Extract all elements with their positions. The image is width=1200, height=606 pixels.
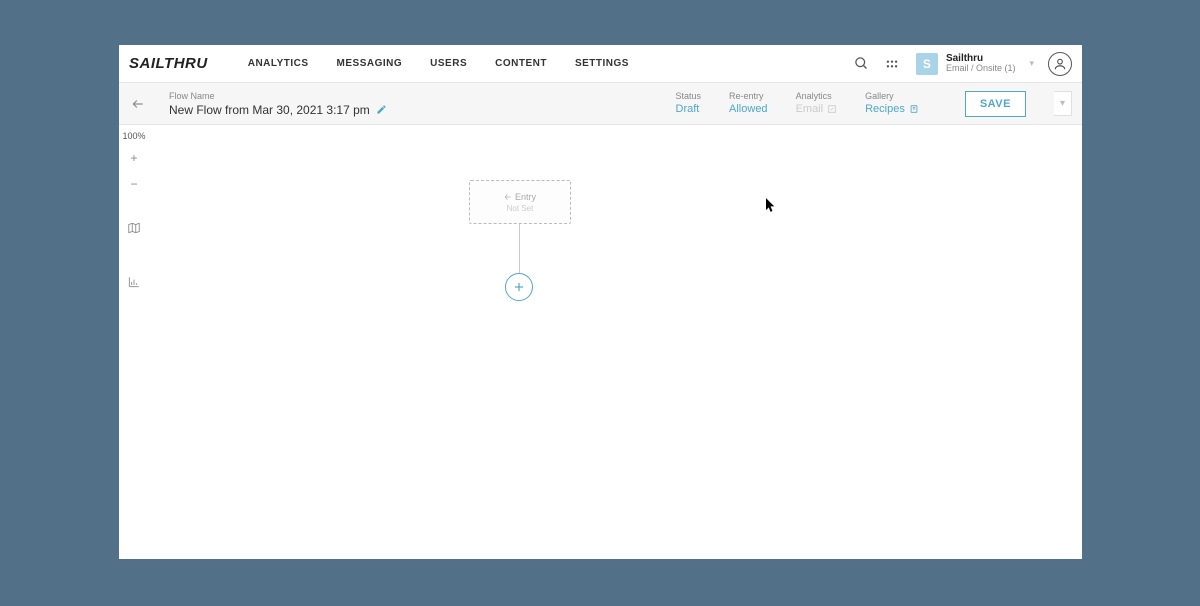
analytics-value: Email <box>796 103 838 115</box>
status-value: Draft <box>676 103 702 115</box>
book-icon <box>909 104 919 114</box>
zoom-in-icon[interactable]: + <box>125 149 143 167</box>
top-right: S Sailthru Email / Onsite (1) ▾ <box>852 51 1072 77</box>
flow-name-label: Flow Name <box>169 91 387 101</box>
reentry-value: Allowed <box>729 103 768 115</box>
search-icon[interactable] <box>852 54 872 74</box>
status-col[interactable]: Status Draft <box>676 91 702 115</box>
external-icon <box>827 104 837 114</box>
flow-name-block: Flow Name New Flow from Mar 30, 2021 3:1… <box>169 91 387 117</box>
status-label: Status <box>676 91 702 101</box>
entry-node[interactable]: Entry Not Set <box>469 180 571 224</box>
nav-analytics[interactable]: ANALYTICS <box>248 58 309 69</box>
top-nav: SAILTHRU ANALYTICS MESSAGING USERS CONTE… <box>119 45 1082 83</box>
app-window: SAILTHRU ANALYTICS MESSAGING USERS CONTE… <box>119 45 1082 559</box>
save-dropdown[interactable]: ▾ <box>1054 91 1072 116</box>
analytics-col[interactable]: Analytics Email <box>796 91 838 115</box>
account-switcher[interactable]: S Sailthru Email / Onsite (1) ▾ <box>912 51 1038 77</box>
main-nav: ANALYTICS MESSAGING USERS CONTENT SETTIN… <box>248 58 629 69</box>
entry-node-sub: Not Set <box>507 204 534 213</box>
status-group: Status Draft Re-entry Allowed Analytics … <box>676 91 1072 117</box>
flow-name[interactable]: New Flow from Mar 30, 2021 3:17 pm <box>169 103 387 117</box>
add-step-button[interactable] <box>505 273 533 301</box>
flow-canvas[interactable]: 100% + − Entry Not Set <box>119 125 1082 559</box>
nav-messaging[interactable]: MESSAGING <box>337 58 403 69</box>
account-sub: Email / Onsite (1) <box>946 64 1016 74</box>
account-text: Sailthru Email / Onsite (1) <box>946 53 1016 74</box>
reentry-label: Re-entry <box>729 91 768 101</box>
reentry-col[interactable]: Re-entry Allowed <box>729 91 768 115</box>
save-button[interactable]: SAVE <box>965 91 1026 117</box>
nav-settings[interactable]: SETTINGS <box>575 58 629 69</box>
chart-icon[interactable] <box>125 273 143 291</box>
flow-subheader: Flow Name New Flow from Mar 30, 2021 3:1… <box>119 83 1082 125</box>
flow-name-text: New Flow from Mar 30, 2021 3:17 pm <box>169 103 370 117</box>
nav-users[interactable]: USERS <box>430 58 467 69</box>
gallery-label: Gallery <box>865 91 919 101</box>
entry-icon <box>504 193 512 201</box>
apps-icon[interactable] <box>882 54 902 74</box>
zoom-out-icon[interactable]: − <box>125 175 143 193</box>
edit-icon[interactable] <box>376 104 387 115</box>
gallery-col[interactable]: Gallery Recipes <box>865 91 919 115</box>
brand-logo[interactable]: SAILTHRU <box>129 55 208 72</box>
mouse-cursor <box>766 198 777 213</box>
analytics-label: Analytics <box>796 91 838 101</box>
gallery-value: Recipes <box>865 103 919 115</box>
chevron-down-icon: ▾ <box>1029 58 1034 69</box>
entry-node-title: Entry <box>504 192 536 202</box>
zoom-level: 100% <box>122 131 145 141</box>
profile-icon[interactable] <box>1048 52 1072 76</box>
nav-content[interactable]: CONTENT <box>495 58 547 69</box>
map-icon[interactable] <box>125 219 143 237</box>
account-avatar: S <box>916 53 938 75</box>
back-button[interactable] <box>129 97 151 111</box>
canvas-tool-rail: 100% + − <box>119 125 149 559</box>
connector-line <box>519 224 520 274</box>
